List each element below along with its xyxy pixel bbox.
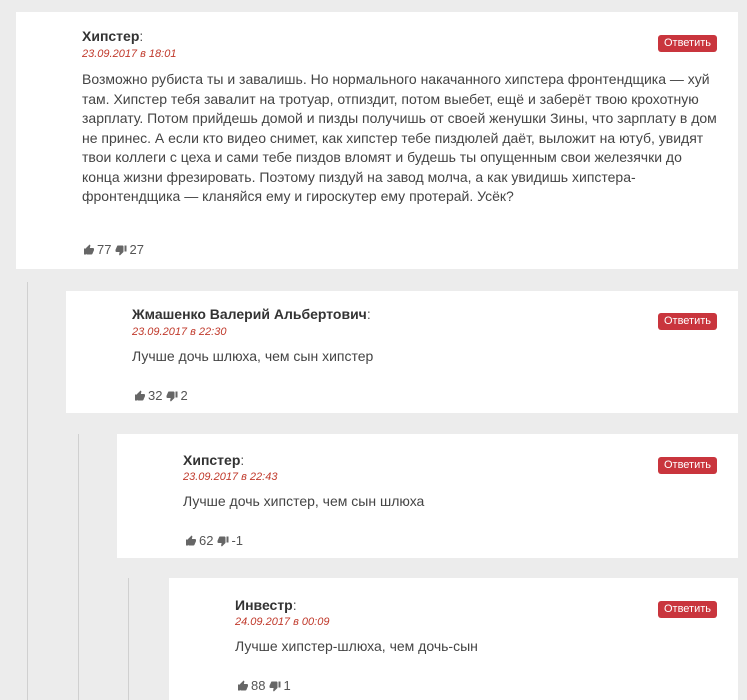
comment-votes: 88 1 [237, 678, 295, 693]
comment-votes: 77 27 [83, 242, 148, 257]
like-count: 77 [97, 242, 112, 257]
thumbs-up-icon[interactable] [83, 244, 95, 256]
reply-button[interactable]: Ответить [658, 601, 717, 618]
dislike-count: 27 [129, 242, 144, 257]
comment-text: Лучше дочь хипстер, чем сын шлюха [183, 493, 425, 509]
reply-button[interactable]: Ответить [658, 313, 717, 330]
comment: Инвестр: 24.09.2017 в 00:09 Ответить Луч… [169, 578, 738, 700]
comment-votes: 62 -1 [185, 533, 247, 548]
comment: Хипстер: 23.09.2017 в 22:43 Ответить Луч… [117, 434, 738, 558]
comment-date: 23.09.2017 в 22:43 [183, 471, 278, 483]
comment: Жмашенко Валерий Альбертович: 23.09.2017… [66, 291, 738, 413]
like-count: 62 [199, 533, 214, 548]
thumbs-up-icon[interactable] [185, 535, 197, 547]
reply-button[interactable]: Ответить [658, 35, 717, 52]
comment-date: 23.09.2017 в 22:30 [132, 326, 227, 338]
comment-author[interactable]: Инвестр: [235, 597, 297, 613]
comment-date: 24.09.2017 в 00:09 [235, 616, 330, 628]
comment-date: 23.09.2017 в 18:01 [82, 48, 177, 60]
comment: Хипстер: 23.09.2017 в 18:01 Ответить Воз… [16, 12, 738, 269]
reply-button[interactable]: Ответить [658, 457, 717, 474]
thumbs-down-icon[interactable] [269, 680, 281, 692]
comment-text: Возможно рубиста ты и завалишь. Но норма… [82, 71, 717, 204]
thumbs-down-icon[interactable] [217, 535, 229, 547]
thumbs-up-icon[interactable] [237, 680, 249, 692]
thread-line [78, 434, 79, 700]
dislike-count: -1 [231, 533, 244, 548]
like-count: 88 [251, 678, 266, 693]
thumbs-down-icon[interactable] [115, 244, 127, 256]
comment-text: Лучше дочь шлюха, чем сын хипстер [132, 348, 374, 364]
thumbs-up-icon[interactable] [134, 390, 146, 402]
dislike-count: 2 [180, 388, 188, 403]
thread-line [27, 282, 28, 700]
comment-text: Лучше хипстер-шлюха, чем дочь-сын [235, 638, 478, 654]
thumbs-down-icon[interactable] [166, 390, 178, 402]
comment-votes: 32 2 [134, 388, 192, 403]
like-count: 32 [148, 388, 163, 403]
comment-author[interactable]: Хипстер: [82, 28, 143, 44]
thread-line [128, 578, 129, 700]
comment-author[interactable]: Жмашенко Валерий Альбертович: [132, 306, 371, 322]
comment-author[interactable]: Хипстер: [183, 452, 244, 468]
dislike-count: 1 [283, 678, 291, 693]
